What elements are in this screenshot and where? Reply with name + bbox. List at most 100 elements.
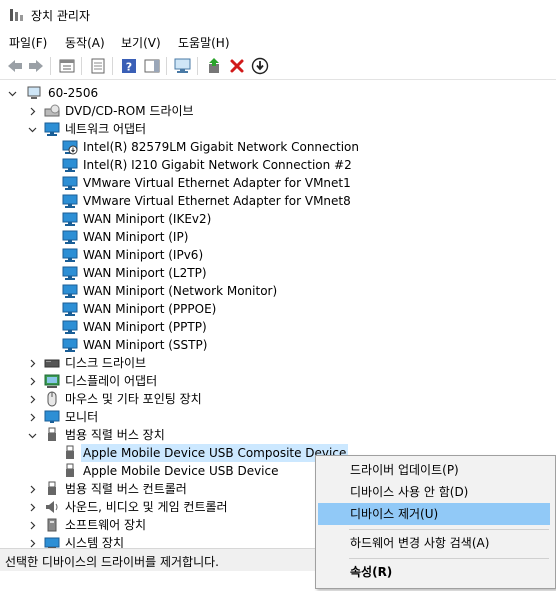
collapse-chevron-icon[interactable] [6,84,18,102]
network-adapter-icon [62,266,78,280]
usb-device-icon [66,445,74,459]
menu-separator [349,529,549,530]
tree-item-label: 모니터 [65,410,99,424]
menu-disable-device[interactable]: 디바이스 사용 안 함(D) [318,481,550,503]
toolbar-separator [166,57,167,75]
tree-item-usb-devices[interactable]: 범용 직렬 버스 장치 [26,426,326,444]
network-item-label: Intel(R) I210 Gigabit Network Connection… [83,158,352,172]
network-item-label: WAN Miniport (IKEv2) [83,212,212,226]
network-item[interactable]: Intel(R) 82579LM Gigabit Network Connect… [62,138,362,156]
menu-bar: 파일(F) 동작(A) 보기(V) 도움말(H) [0,30,556,52]
expand-chevron-icon[interactable] [26,534,38,548]
tree-item-usb-controllers[interactable]: 범용 직렬 버스 컨트롤러 [26,480,326,498]
title-bar: 장치 관리자 [0,0,556,30]
expand-chevron-icon[interactable] [26,372,38,390]
action-pane-icon[interactable] [143,57,161,75]
scan-hardware-icon[interactable] [174,57,192,75]
monitor-icon [44,410,60,423]
network-item-label: WAN Miniport (PPTP) [83,320,207,334]
system-device-icon [44,537,60,548]
tree-item-disk[interactable]: 디스크 드라이브 [26,354,326,372]
network-adapter-icon [62,176,78,190]
menu-properties[interactable]: 속성(R) [318,561,550,583]
display-adapter-icon [44,374,60,388]
expand-chevron-icon[interactable] [26,354,38,372]
tree-item-monitor[interactable]: 모니터 [26,408,326,426]
network-item[interactable]: WAN Miniport (IKEv2) [62,210,362,228]
disable-device-icon[interactable] [251,57,269,75]
network-adapter-icon [62,194,78,208]
network-item-label: WAN Miniport (L2TP) [83,266,207,280]
expand-chevron-icon[interactable] [26,390,38,408]
expand-chevron-icon[interactable] [26,516,38,534]
collapse-chevron-icon[interactable] [26,120,38,138]
menu-item-label: 디바이스 제거(U) [350,507,439,521]
network-item[interactable]: VMware Virtual Ethernet Adapter for VMne… [62,192,362,210]
network-item[interactable]: WAN Miniport (L2TP) [62,264,362,282]
menu-update-driver[interactable]: 드라이버 업데이트(P) [318,459,550,481]
tree-item-system[interactable]: 시스템 장치 [26,534,326,548]
network-adapter-icon [62,212,78,226]
tree-item-label: 디스플레이 어댑터 [65,374,158,388]
toolbar-separator [50,57,51,75]
properties-icon[interactable] [89,57,107,75]
update-driver-icon[interactable] [205,57,223,75]
expand-chevron-icon[interactable] [26,498,38,516]
expand-chevron-icon[interactable] [26,408,38,426]
network-adapter-icon [44,122,60,136]
mouse-icon [47,391,57,407]
menu-item-label: 하드웨어 변경 사항 검색(A) [350,536,490,550]
tree-item-network[interactable]: 네트워크 어댑터 [26,120,326,138]
expand-chevron-icon[interactable] [26,102,38,120]
menu-view[interactable]: 보기(V) [121,34,161,51]
tree-item-dvd[interactable]: DVD/CD-ROM 드라이브 [26,102,326,120]
tree-item-label: 디스크 드라이브 [65,356,147,370]
network-item[interactable]: WAN Miniport (SSTP) [62,336,362,354]
usb-controller-icon [48,481,56,495]
tree-item-software[interactable]: 소프트웨어 장치 [26,516,326,534]
tree-item-label: 네트워크 어댑터 [65,122,147,136]
network-item-label: VMware Virtual Ethernet Adapter for VMne… [83,194,351,208]
uninstall-icon[interactable] [228,57,246,75]
network-item[interactable]: VMware Virtual Ethernet Adapter for VMne… [62,174,362,192]
network-item[interactable]: WAN Miniport (IP) [62,228,362,246]
network-item[interactable]: WAN Miniport (IPv6) [62,246,362,264]
forward-icon[interactable] [27,57,45,75]
tree-item-sound[interactable]: 사운드, 비디오 및 게임 컨트롤러 [26,498,326,516]
svg-text:?: ? [126,61,132,74]
context-menu: 드라이버 업데이트(P) 디바이스 사용 안 함(D) 디바이스 제거(U) 하… [315,455,556,589]
menu-uninstall-device[interactable]: 디바이스 제거(U) [318,503,550,525]
network-adapter-download-icon [62,140,78,155]
tree-root-label: 60-2506 [48,86,99,100]
network-item-label: WAN Miniport (Network Monitor) [83,284,278,298]
collapse-chevron-icon[interactable] [26,426,38,444]
menu-action[interactable]: 동작(A) [65,34,105,51]
expand-chevron-icon[interactable] [26,480,38,498]
menu-scan-hardware[interactable]: 하드웨어 변경 사항 검색(A) [318,532,550,554]
network-item-label: WAN Miniport (SSTP) [83,338,208,352]
network-item[interactable]: WAN Miniport (PPTP) [62,318,362,336]
menu-file[interactable]: 파일(F) [9,34,47,51]
device-manager-icon [10,9,23,21]
network-item-label: WAN Miniport (IPv6) [83,248,204,262]
tree-view-icon[interactable] [58,57,76,75]
usb-item-label: Apple Mobile Device USB Device [83,464,279,478]
toolbar: ? [0,52,556,80]
back-icon[interactable] [6,57,24,75]
tree-root[interactable]: 60-2506 [6,84,306,102]
network-item[interactable]: WAN Miniport (PPPOE) [62,300,362,318]
network-adapter-icon [62,284,78,298]
network-adapter-icon [62,158,78,172]
tree-item-label: 시스템 장치 [65,536,125,548]
menu-help[interactable]: 도움말(H) [178,34,230,51]
tree-item-mouse[interactable]: 마우스 및 기타 포인팅 장치 [26,390,326,408]
tree-item-label: 마우스 및 기타 포인팅 장치 [65,392,202,406]
toolbar-separator [112,57,113,75]
network-item-label: Intel(R) 82579LM Gigabit Network Connect… [83,140,359,154]
network-item[interactable]: Intel(R) I210 Gigabit Network Connection… [62,156,362,174]
help-icon[interactable]: ? [120,57,138,75]
menu-item-label: 디바이스 사용 안 함(D) [350,485,469,499]
speaker-icon [46,501,58,513]
network-item[interactable]: WAN Miniport (Network Monitor) [62,282,362,300]
tree-item-display[interactable]: 디스플레이 어댑터 [26,372,326,390]
